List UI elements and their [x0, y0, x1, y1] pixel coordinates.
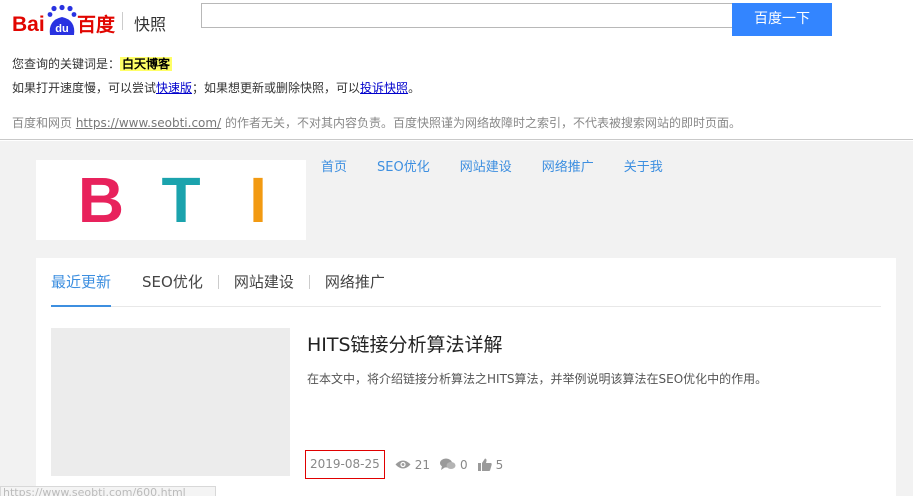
search-input[interactable] — [202, 4, 733, 27]
query-keyword: 白天博客 — [120, 57, 173, 71]
post-excerpt: 在本文中，将介绍链接分析算法之HITS算法，并举例说明该算法在SEO优化中的作用… — [307, 372, 768, 386]
notice-text-3: 。 — [408, 81, 421, 95]
logo-letter-t: T — [161, 164, 200, 236]
post-thumbnail[interactable] — [51, 328, 290, 476]
post-title[interactable]: HITS链接分析算法详解 — [307, 330, 503, 357]
search-button[interactable]: 百度一下 — [732, 3, 832, 36]
tab-web-building[interactable]: 网站建设 — [234, 258, 294, 307]
baidu-logo[interactable]: Bai du 百度 — [12, 4, 124, 38]
baidu-snapshot-header: Bai du 百度 快照 百度一下 您查询的关键词是： 白天博客 如果打开速度慢，… — [0, 0, 913, 140]
baidu-logo-du: du — [55, 23, 68, 35]
tab-separator — [308, 275, 310, 289]
baidu-logo-cn: 百度 — [77, 13, 116, 36]
nav-marketing[interactable]: 网络推广 — [542, 156, 594, 175]
fast-version-link[interactable]: 快速版 — [156, 81, 192, 95]
logo-divider — [122, 12, 123, 30]
complain-snapshot-link[interactable]: 投诉快照 — [360, 81, 408, 95]
notice-text-1: 如果打开速度慢，可以尝试 — [12, 81, 157, 95]
nav-seo[interactable]: SEO优化 — [377, 156, 430, 175]
kuaizhao-label: 快照 — [134, 15, 167, 34]
disclaimer-text-1: 百度和网页 — [12, 116, 76, 130]
category-tabs: 最近更新 SEO优化 网站建设 网络推广 — [51, 258, 881, 307]
post-likes: 5 — [477, 457, 504, 472]
post-views: 21 — [395, 458, 430, 472]
likes-count: 5 — [495, 457, 504, 472]
logo-letter-b: B — [78, 164, 124, 236]
site-logo-graphic: B T I — [78, 164, 267, 236]
disclaimer-text-2: 的作者无关，不对其内容负责。百度快照谨为网络故障时之索引，不代表被搜索网站的即时… — [221, 116, 741, 130]
snapshot-page: B T I 首页 SEO优化 网站建设 网络推广 关于我 最近更新 SEO优化 … — [0, 141, 913, 496]
tab-seo[interactable]: SEO优化 — [142, 258, 203, 307]
nav-about[interactable]: 关于我 — [624, 156, 663, 175]
site-main-nav: 首页 SEO优化 网站建设 网络推广 关于我 — [321, 156, 693, 175]
tab-separator — [217, 275, 219, 289]
post-date: 2019-08-25 — [305, 450, 385, 479]
notice-text-2: ；如果想更新或删除快照，可以 — [192, 81, 361, 95]
eye-icon — [395, 460, 411, 469]
views-count: 21 — [414, 457, 431, 472]
thumbs-up-icon — [477, 458, 492, 471]
tab-recent[interactable]: 最近更新 — [51, 258, 112, 307]
comments-count: 0 — [460, 457, 468, 472]
content-panel: 最近更新 SEO优化 网站建设 网络推广 HITS链接分析算法详解 在本文中，将… — [36, 258, 896, 496]
nav-home[interactable]: 首页 — [321, 156, 347, 175]
nav-web-building[interactable]: 网站建设 — [460, 156, 512, 175]
baidu-logo-bai: Bai — [12, 13, 45, 36]
snapshot-notice: 如果打开速度慢，可以尝试快速版；如果想更新或删除快照，可以投诉快照。 — [12, 79, 420, 96]
comments-icon — [440, 458, 456, 470]
baidu-logo-graphic: Bai du 百度 — [12, 4, 116, 36]
search-box[interactable] — [201, 3, 733, 28]
disclaimer-url-link[interactable]: https://www.seobti.com/ — [76, 116, 221, 130]
query-line: 您查询的关键词是： 白天博客 — [12, 55, 173, 72]
tab-marketing[interactable]: 网络推广 — [325, 258, 385, 307]
post-comments: 0 — [440, 458, 468, 472]
query-prefix: 您查询的关键词是： — [12, 57, 121, 71]
status-bar-url: https://www.seobti.com/600.html — [0, 486, 216, 496]
logo-letter-i: I — [249, 164, 267, 236]
site-logo[interactable]: B T I — [36, 160, 306, 240]
post-meta: 2019-08-25 21 0 5 — [305, 450, 503, 479]
disclaimer: 百度和网页 https://www.seobti.com/ 的作者无关，不对其内… — [12, 114, 741, 131]
